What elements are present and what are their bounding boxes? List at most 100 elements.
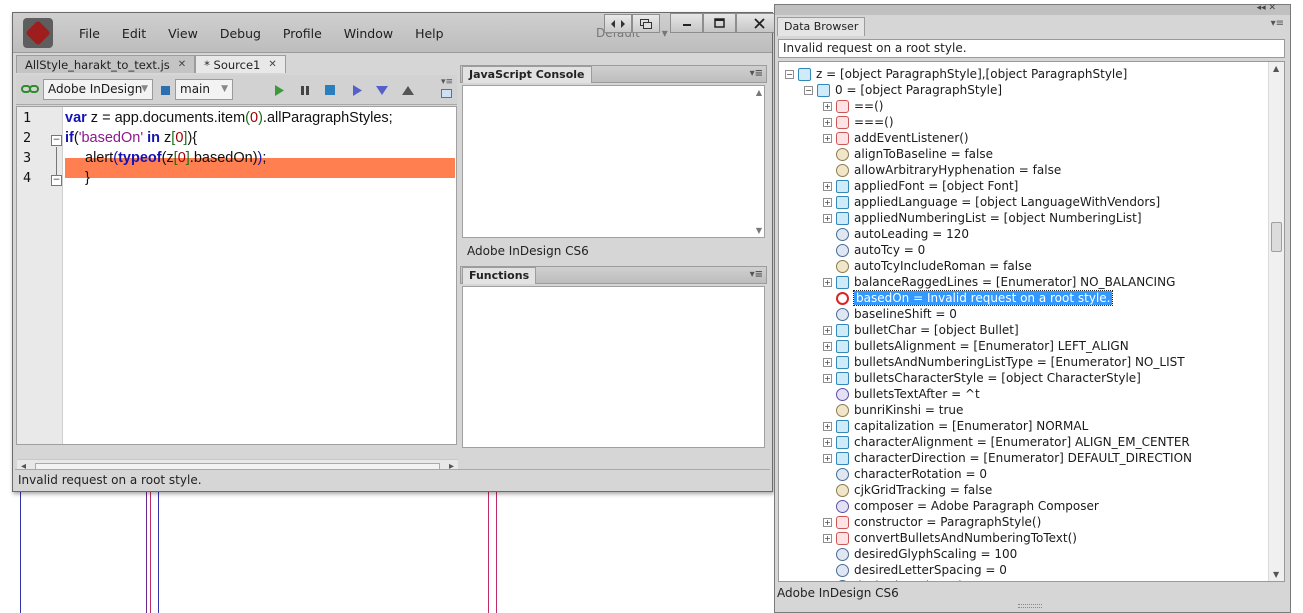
panel-menu-icon[interactable]: ▾≡ (750, 66, 763, 82)
fold-collapse-icon[interactable]: − (51, 135, 62, 146)
tree-row[interactable]: + convertBulletsAndNumberingToText() (823, 530, 1077, 546)
minimize-button[interactable] (670, 13, 703, 33)
tree-row[interactable]: basedOn = Invalid request on a root styl… (823, 290, 1114, 306)
expand-icon[interactable]: + (823, 533, 832, 543)
tree-row[interactable]: bulletsTextAfter = ^t (823, 386, 980, 402)
expand-icon[interactable]: + (823, 213, 832, 223)
panel-menu-icon[interactable]: ▾≡ (1271, 18, 1284, 29)
data-browser-tab[interactable]: Data Browser (777, 17, 866, 36)
console-output[interactable]: ▲ ▼ (462, 85, 765, 238)
tree-row[interactable]: + characterDirection = [Enumerator] DEFAU… (823, 450, 1192, 466)
tree-row[interactable]: + addEventListener() (823, 130, 969, 146)
scroll-down-icon[interactable]: ▼ (756, 226, 762, 235)
stop-button[interactable] (323, 83, 337, 97)
step-into-button[interactable] (375, 83, 389, 97)
window-layout-button[interactable] (632, 14, 660, 33)
maximize-button[interactable] (703, 13, 736, 33)
vertical-scrollbar[interactable]: ▲ ▼ (1268, 62, 1284, 581)
resize-grip-icon[interactable] (1018, 604, 1042, 608)
close-tab-icon[interactable]: ✕ (268, 56, 276, 74)
expand-icon[interactable]: + (823, 133, 832, 143)
tree-row[interactable]: − 0 = [object ParagraphStyle] (804, 82, 1002, 98)
menu-help[interactable]: Help (404, 26, 455, 41)
scroll-up-icon[interactable]: ▲ (1273, 64, 1279, 73)
expand-icon[interactable]: + (823, 101, 832, 111)
scroll-down-icon[interactable]: ▼ (1273, 570, 1279, 579)
tree-row[interactable]: autoTcyIncludeRoman = false (823, 258, 1032, 274)
tree-row[interactable]: + appliedFont = [object Font] (823, 178, 1018, 194)
tree-row[interactable]: desiredLetterSpacing = 0 (823, 562, 1007, 578)
expand-icon[interactable]: + (823, 437, 832, 447)
tab-source1[interactable]: * Source1 ✕ (195, 55, 286, 73)
tree-row[interactable]: + capitalization = [Enumerator] NORMAL (823, 418, 1088, 434)
collapse-icon[interactable]: − (785, 69, 794, 79)
data-browser-tree[interactable]: − z = [object ParagraphStyle],[object Par… (778, 61, 1285, 582)
tree-row[interactable]: characterRotation = 0 (823, 466, 987, 482)
scroll-up-icon[interactable]: ▲ (756, 88, 762, 97)
tree-row[interactable]: + bulletsAndNumberingListType = [Enumerat… (823, 354, 1185, 370)
tree-row[interactable]: + bulletsAlignment = [Enumerator] LEFT_AL… (823, 338, 1129, 354)
tree-row[interactable]: autoLeading = 120 (823, 226, 969, 242)
panel-options-icon[interactable] (441, 89, 452, 98)
scrollbar-thumb[interactable] (1271, 222, 1282, 252)
tab-allstyle-script[interactable]: AllStyle_harakt_to_text.js ✕ (16, 55, 196, 74)
data-browser-input[interactable]: Invalid request on a root style. (778, 39, 1285, 58)
expand-icon[interactable]: + (823, 197, 832, 207)
functions-panel-title[interactable]: Functions (462, 267, 537, 284)
pause-button[interactable] (298, 83, 312, 97)
engine-select[interactable]: main ▼ (175, 79, 233, 100)
expand-icon[interactable]: + (823, 325, 832, 335)
expand-icon[interactable]: + (823, 421, 832, 431)
collapse-panel-icon[interactable]: ◂◂ ✕ (1257, 3, 1276, 13)
tree-row[interactable]: composer = Adobe Paragraph Composer (823, 498, 1099, 514)
menu-view[interactable]: View (157, 26, 209, 41)
expand-icon[interactable]: + (823, 341, 832, 351)
link-chain-icon[interactable] (21, 84, 39, 94)
panel-menu-icon[interactable]: ▾≡ (441, 77, 453, 87)
menu-edit[interactable]: Edit (111, 26, 157, 41)
tree-row[interactable]: allowArbitraryHyphenation = false (823, 162, 1061, 178)
panel-menu-icon[interactable]: ▾≡ (750, 267, 763, 283)
tree-row[interactable]: + bulletsCharacterStyle = [object Charact… (823, 370, 1141, 386)
expand-icon[interactable]: + (823, 117, 832, 127)
tree-row[interactable]: desiredGlyphScaling = 100 (823, 546, 1017, 562)
tree-row[interactable]: baselineShift = 0 (823, 306, 957, 322)
expand-icon[interactable]: + (823, 181, 832, 191)
tree-row[interactable]: + balanceRaggedLines = [Enumerator] NO_BA… (823, 274, 1175, 290)
console-panel-title[interactable]: JavaScript Console (462, 66, 592, 83)
tree-row[interactable]: + appliedLanguage = [object LanguageWithV… (823, 194, 1160, 210)
tree-row[interactable]: cjkGridTracking = false (823, 482, 992, 498)
code-editor[interactable]: 1 2 3 4 − − var z = app.documents.item(0… (16, 106, 458, 475)
functions-list[interactable] (462, 286, 765, 448)
estk-logo-icon[interactable] (23, 18, 53, 48)
tree-row[interactable]: autoTcy = 0 (823, 242, 925, 258)
target-app-select[interactable]: Adobe InDesign ▼ (43, 79, 153, 100)
tree-row[interactable]: + bulletChar = [object Bullet] (823, 322, 1019, 338)
tree-row[interactable]: + ===() (823, 114, 894, 130)
tree-row[interactable]: + appliedNumberingList = [object Numberin… (823, 210, 1142, 226)
close-tab-icon[interactable]: ✕ (178, 56, 186, 74)
run-button[interactable] (272, 83, 286, 97)
step-over-button[interactable] (350, 83, 364, 97)
tree-row[interactable]: bunriKinshi = true (823, 402, 963, 418)
menu-profile[interactable]: Profile (272, 26, 333, 41)
expand-icon[interactable]: + (823, 373, 832, 383)
menu-file[interactable]: File (68, 26, 111, 41)
expand-icon[interactable]: + (823, 357, 832, 367)
collapse-icon[interactable]: − (804, 85, 813, 95)
menu-window[interactable]: Window (333, 26, 404, 41)
line-number: 4 (23, 170, 32, 186)
tree-row[interactable]: + ==() (823, 98, 883, 114)
swap-layout-button[interactable] (604, 14, 632, 33)
menu-debug[interactable]: Debug (209, 26, 272, 41)
expand-icon[interactable]: + (823, 453, 832, 463)
tree-row[interactable]: desiredWordSpacing = 100 (823, 578, 1017, 581)
step-out-button[interactable] (401, 83, 415, 97)
tree-row[interactable]: − z = [object ParagraphStyle],[object Par… (785, 66, 1127, 82)
tree-row[interactable]: + constructor = ParagraphStyle() (823, 514, 1041, 530)
close-icon (753, 17, 765, 29)
expand-icon[interactable]: + (823, 517, 832, 527)
tree-row[interactable]: alignToBaseline = false (823, 146, 993, 162)
expand-icon[interactable]: + (823, 277, 832, 287)
tree-row[interactable]: + characterAlignment = [Enumerator] ALIGN… (823, 434, 1190, 450)
